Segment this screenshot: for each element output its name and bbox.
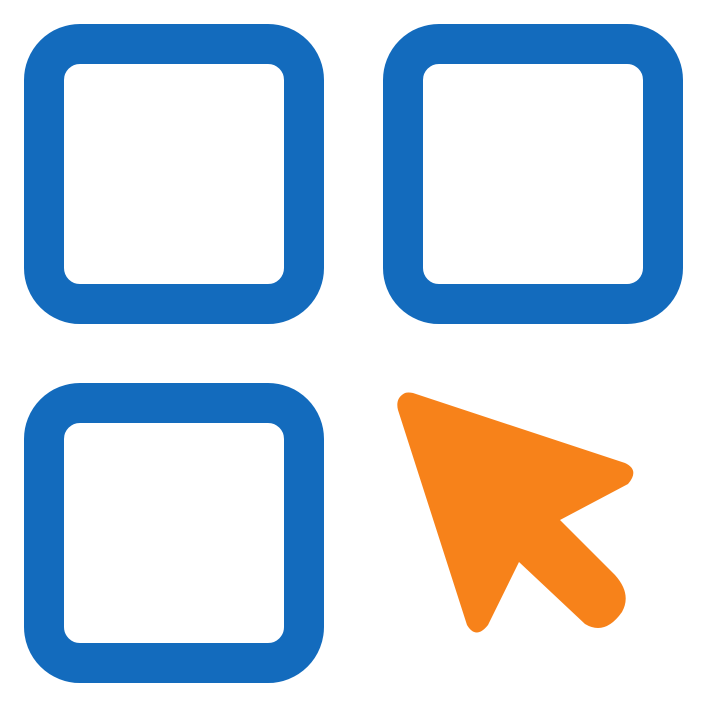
cursor-arrow-icon [397, 392, 634, 633]
app-grid-select-icon [0, 0, 707, 707]
cursor-arrow-shape [397, 392, 634, 633]
